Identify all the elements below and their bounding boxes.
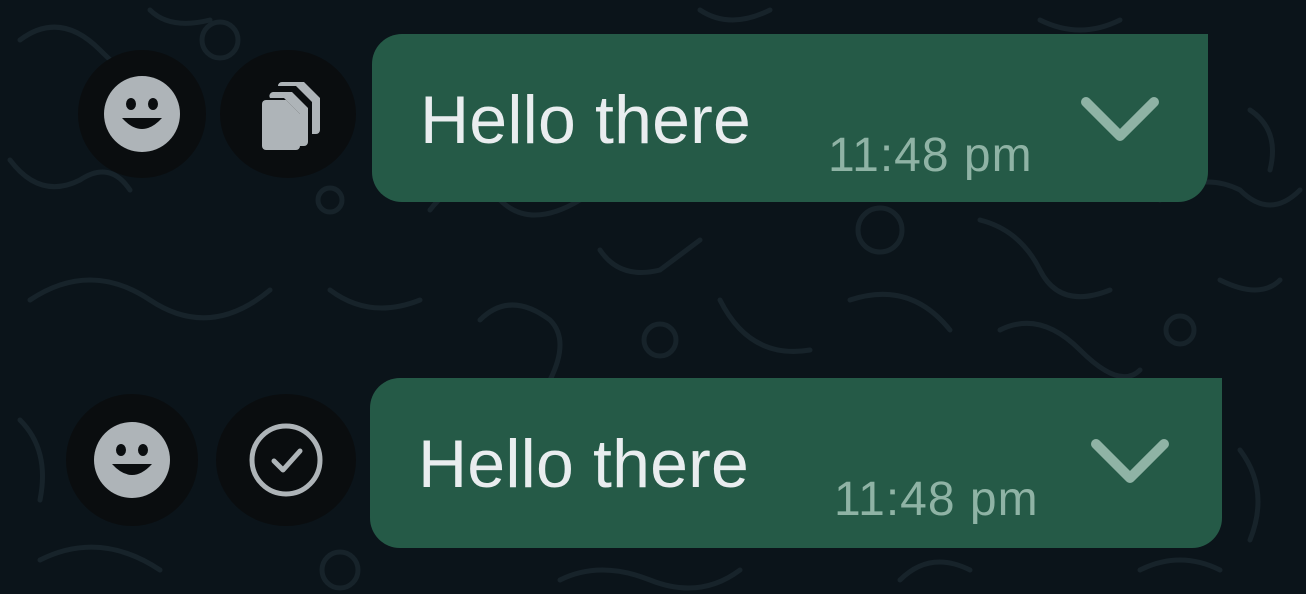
- message-bubble[interactable]: Hello there 11:48 pm: [370, 378, 1222, 548]
- check-circle-icon: [249, 423, 323, 497]
- message-row: Hello there 11:48 pm: [0, 0, 1306, 548]
- chat-background: Hello there 11:48 pm Hello there 11:48 p…: [0, 0, 1306, 594]
- message-time: 11:48 pm: [834, 476, 1039, 524]
- react-button[interactable]: [66, 394, 198, 526]
- emoji-smile-icon: [94, 422, 170, 498]
- chevron-down-icon[interactable]: [1088, 436, 1172, 488]
- select-button[interactable]: [216, 394, 356, 526]
- message-text: Hello there: [418, 426, 750, 502]
